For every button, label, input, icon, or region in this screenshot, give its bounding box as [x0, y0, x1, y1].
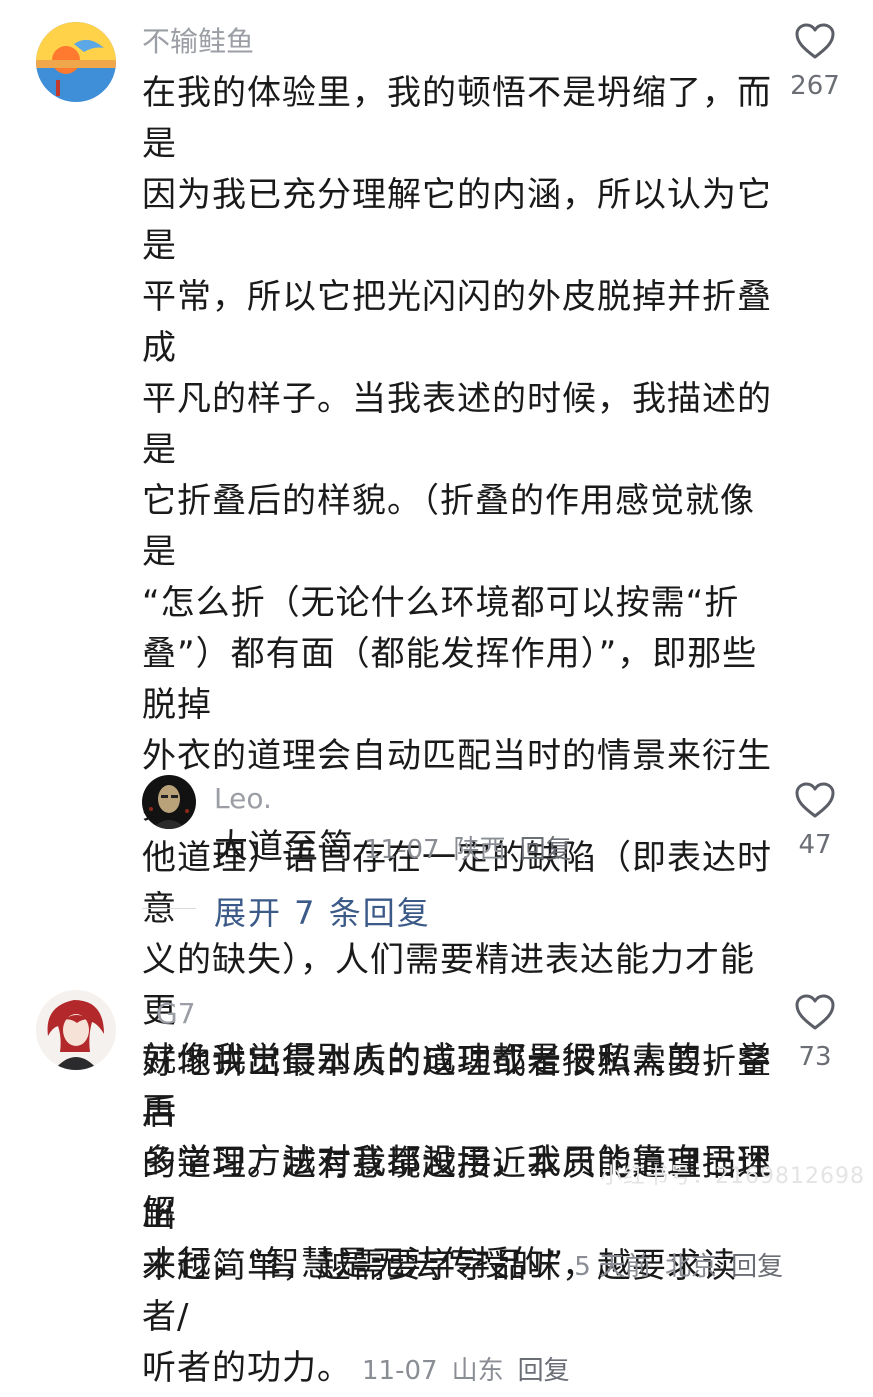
comment-date: 11-07: [362, 1356, 438, 1386]
comment-line-last: 听者的功力。: [142, 1348, 352, 1388]
reply-meta: 11-07 陕西 回复: [364, 835, 586, 865]
heart-outline-icon: [795, 23, 835, 59]
heart-outline-icon: [795, 782, 835, 818]
comment-location: 山东: [451, 1356, 504, 1386]
like-button[interactable]: 267: [775, 22, 855, 104]
avatar-portrait-image: [142, 775, 196, 829]
avatar-anime-image: [36, 990, 116, 1070]
comment-line: 叠”）都有面（都能发挥作用）”，即那些脱掉: [142, 634, 758, 725]
reply-button[interactable]: 回复: [731, 1252, 783, 1282]
comment-line: 在我的体验里，我的顿悟不是坍缩了，而是: [142, 73, 772, 164]
reply-button[interactable]: 回复: [520, 835, 572, 865]
watermark: 小红书号：2169812698: [600, 1164, 865, 1189]
comment-line: 才行，“智慧是无法传授的” 5 天前 北京 回复: [142, 1239, 783, 1293]
comment-line: 因为我已充分理解它的内涵，所以认为它是: [142, 175, 772, 266]
comment-line: “怎么折（无论什么环境都可以按需“折: [142, 583, 740, 623]
comment-location: 北京: [665, 1252, 718, 1282]
comment-line-last: 才行，“智慧是无法传授的”: [142, 1244, 565, 1284]
heart-outline-icon: [795, 994, 835, 1030]
reply-location: 陕西: [453, 835, 506, 865]
reply-username[interactable]: Leo.: [214, 779, 272, 819]
comment-line: 平常，所以它把光闪闪的外皮脱掉并折叠成: [142, 277, 772, 368]
avatar[interactable]: [36, 22, 116, 102]
comment-line: 义的缺失），人们需要精进表达能力才能更: [142, 940, 755, 1031]
comment-date: 5 天前: [574, 1252, 652, 1282]
divider: [142, 908, 196, 909]
comment-line: 就像我觉得别人的成功都是很私人的，学再: [142, 1040, 772, 1131]
avatar[interactable]: [142, 775, 196, 829]
reply-button[interactable]: 回复: [518, 1356, 570, 1386]
like-button[interactable]: 47: [775, 781, 855, 863]
comment-meta: 11-07 山东 回复: [362, 1356, 584, 1386]
reply-text: 大道至简 11-07 陕西 回复: [214, 822, 586, 876]
avatar[interactable]: [36, 990, 116, 1070]
comment-line: 平凡的样子。当我表述的时候，我描述的是: [142, 379, 772, 470]
like-count: 73: [798, 1042, 832, 1072]
avatar-sunset-image: [36, 22, 116, 102]
comment-username[interactable]: G7: [156, 994, 196, 1034]
comment-username[interactable]: 不输鲑鱼: [142, 22, 254, 62]
like-count: 267: [790, 71, 840, 101]
like-count: 47: [798, 830, 832, 860]
comment-meta: 5 天前 北京 回复: [574, 1252, 797, 1282]
reply-content: 大道至简: [214, 827, 354, 867]
expand-replies-button[interactable]: 展开 7 条回复: [214, 888, 431, 934]
reply-date: 11-07: [364, 835, 440, 865]
like-button[interactable]: 73: [775, 993, 855, 1075]
comment-line: 听者的功力。 11-07 山东 回复: [142, 1343, 772, 1397]
comment-line: 它折叠后的样貌。（折叠的作用感觉就像是: [142, 481, 755, 572]
